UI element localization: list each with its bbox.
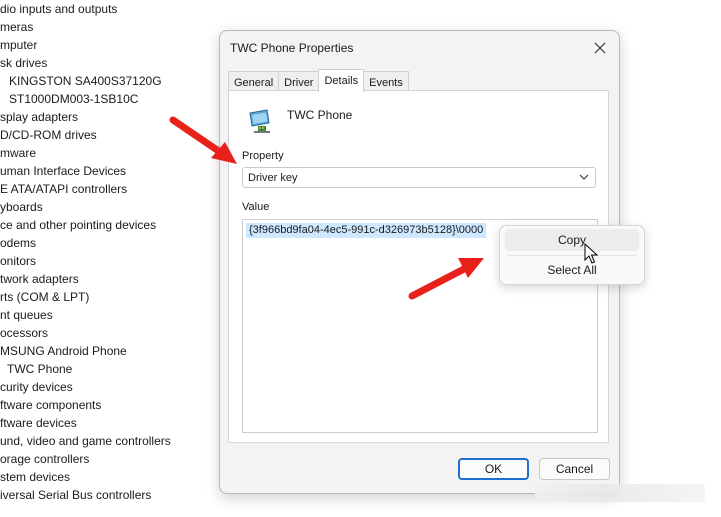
tab-events[interactable]: Events [363,71,409,92]
property-label: Property [242,150,284,162]
red-arrow-icon [408,258,484,300]
tree-item[interactable]: twork adapters [0,270,79,288]
red-arrow-icon [169,116,237,164]
context-menu: Copy Select All [499,225,645,285]
device-tree: dio inputs and outputs meras mputer sk d… [0,0,215,517]
tree-item[interactable]: mware [0,144,36,162]
tree-item[interactable]: ST1000DM003-1SB10C [9,90,138,108]
tab-details[interactable]: Details [318,69,365,92]
cancel-button[interactable]: Cancel [539,458,610,480]
tree-item[interactable]: ftware devices [0,414,77,432]
tree-item[interactable]: yboards [0,198,43,216]
menu-divider [508,255,636,256]
chevron-down-icon [579,174,589,180]
tree-item[interactable]: orage controllers [0,450,89,468]
menu-item-copy[interactable]: Copy [505,229,639,251]
tree-item[interactable]: ce and other pointing devices [0,216,156,234]
tree-item[interactable]: nt queues [0,306,53,324]
menu-item-select-all[interactable]: Select All [505,259,639,281]
device-name: TWC Phone [287,108,353,122]
tree-item[interactable]: sk drives [0,54,47,72]
tree-item[interactable]: ftware components [0,396,101,414]
tree-item[interactable]: ocessors [0,324,48,342]
tab-bar: General Driver Details Events [228,69,409,92]
tab-general[interactable]: General [228,71,280,92]
tree-item[interactable]: und, video and game controllers [0,432,171,450]
ok-button[interactable]: OK [458,458,529,480]
watermark-strip [535,484,705,502]
tree-item[interactable]: E ATA/ATAPI controllers [0,180,127,198]
tree-item[interactable]: curity devices [0,378,73,396]
tree-item[interactable]: uman Interface Devices [0,162,126,180]
mouse-cursor-icon [584,243,598,264]
tree-item[interactable]: mputer [0,36,37,54]
tree-item[interactable]: onitors [0,252,36,270]
tree-item[interactable]: iversal Serial Bus controllers [0,486,151,504]
tree-item[interactable]: stem devices [0,468,70,486]
tree-item[interactable]: dio inputs and outputs [0,0,117,18]
tree-item[interactable]: TWC Phone [7,360,72,378]
tree-item[interactable]: MSUNG Android Phone [0,342,127,360]
tree-item[interactable]: splay adapters [0,108,78,126]
tree-item[interactable]: KINGSTON SA400S37120G [9,72,162,90]
phone-device-icon [249,109,270,133]
tree-item[interactable]: meras [0,18,33,36]
close-button[interactable] [589,37,611,59]
tree-item[interactable]: D/CD-ROM drives [0,126,97,144]
value-label: Value [242,201,270,213]
value-item-selected[interactable]: {3f966bd9fa04-4ec5-991c-d326973b5128}\00… [246,223,487,238]
property-select[interactable]: Driver key [242,167,596,188]
dialog-title: TWC Phone Properties [230,41,354,55]
tree-item[interactable]: odems [0,234,36,252]
close-icon [594,42,606,54]
tree-item[interactable]: rts (COM & LPT) [0,288,89,306]
property-selected-value: Driver key [248,172,298,184]
tab-driver[interactable]: Driver [278,71,320,92]
